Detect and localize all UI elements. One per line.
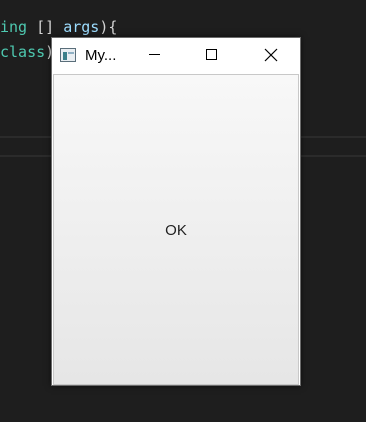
ok-button-label: OK bbox=[165, 222, 187, 239]
code-token-variable: args bbox=[63, 18, 100, 36]
icon-pane bbox=[68, 52, 74, 54]
close-icon bbox=[264, 48, 278, 62]
minimize-button[interactable] bbox=[132, 38, 178, 72]
window-title: My... bbox=[85, 47, 117, 64]
code-token-brackets: [] bbox=[27, 18, 64, 36]
minimize-icon bbox=[149, 54, 160, 55]
ok-button[interactable]: OK bbox=[53, 74, 299, 385]
maximize-button[interactable] bbox=[189, 38, 235, 72]
code-token-type: ing bbox=[0, 18, 28, 36]
app-window: My... OK bbox=[51, 37, 301, 386]
close-button[interactable] bbox=[248, 38, 294, 72]
window-titlebar[interactable]: My... bbox=[52, 38, 300, 74]
code-line: class) bbox=[0, 41, 54, 63]
code-line: ing [] args){ bbox=[0, 16, 117, 38]
icon-pane bbox=[63, 52, 67, 60]
code-token-keyword: class bbox=[0, 43, 46, 61]
java-window-icon[interactable] bbox=[60, 48, 76, 62]
code-token-punctuation: ){ bbox=[99, 18, 118, 36]
maximize-icon bbox=[206, 49, 217, 60]
